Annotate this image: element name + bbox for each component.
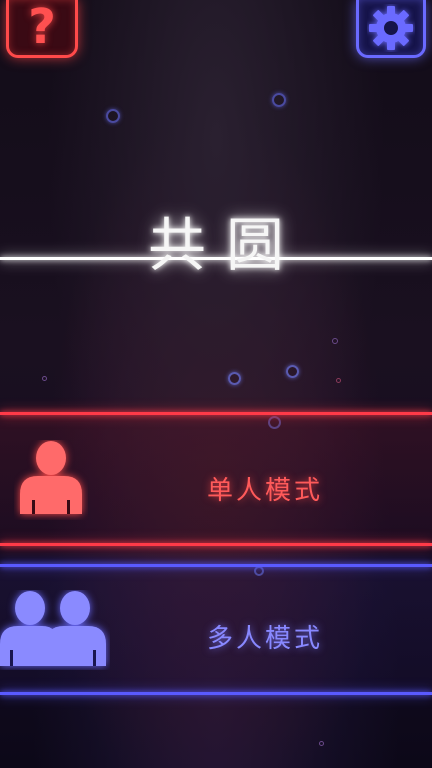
gear-icon: [369, 5, 413, 50]
multi-mode-top-line: [0, 564, 432, 567]
question-mark-icon: ?: [28, 0, 56, 55]
settings-button[interactable]: [356, 0, 426, 58]
bubble-decoration: [319, 741, 324, 746]
single-player-mode-label: 单人模式: [206, 476, 323, 506]
bubble-decoration: [106, 109, 120, 123]
bubble-decoration: [272, 93, 286, 107]
bubble-decoration: [332, 338, 338, 344]
bubble-decoration: [228, 372, 241, 385]
single-person-icon: [20, 441, 82, 514]
multi-mode-bottom-line: [0, 692, 432, 695]
multiplayer-mode-label: 多人模式: [206, 624, 323, 654]
two-people-icon: [0, 591, 106, 666]
game-main-menu: ? 共圆 单人模式 多人模式: [0, 0, 432, 768]
single-mode-bottom-line: [0, 543, 432, 546]
bubble-decoration: [42, 376, 47, 381]
game-title: 共圆: [147, 211, 304, 279]
bubble-decoration: [336, 378, 341, 383]
help-button[interactable]: ?: [6, 0, 78, 58]
single-mode-top-line: [0, 412, 432, 415]
bubble-decoration: [286, 365, 299, 378]
